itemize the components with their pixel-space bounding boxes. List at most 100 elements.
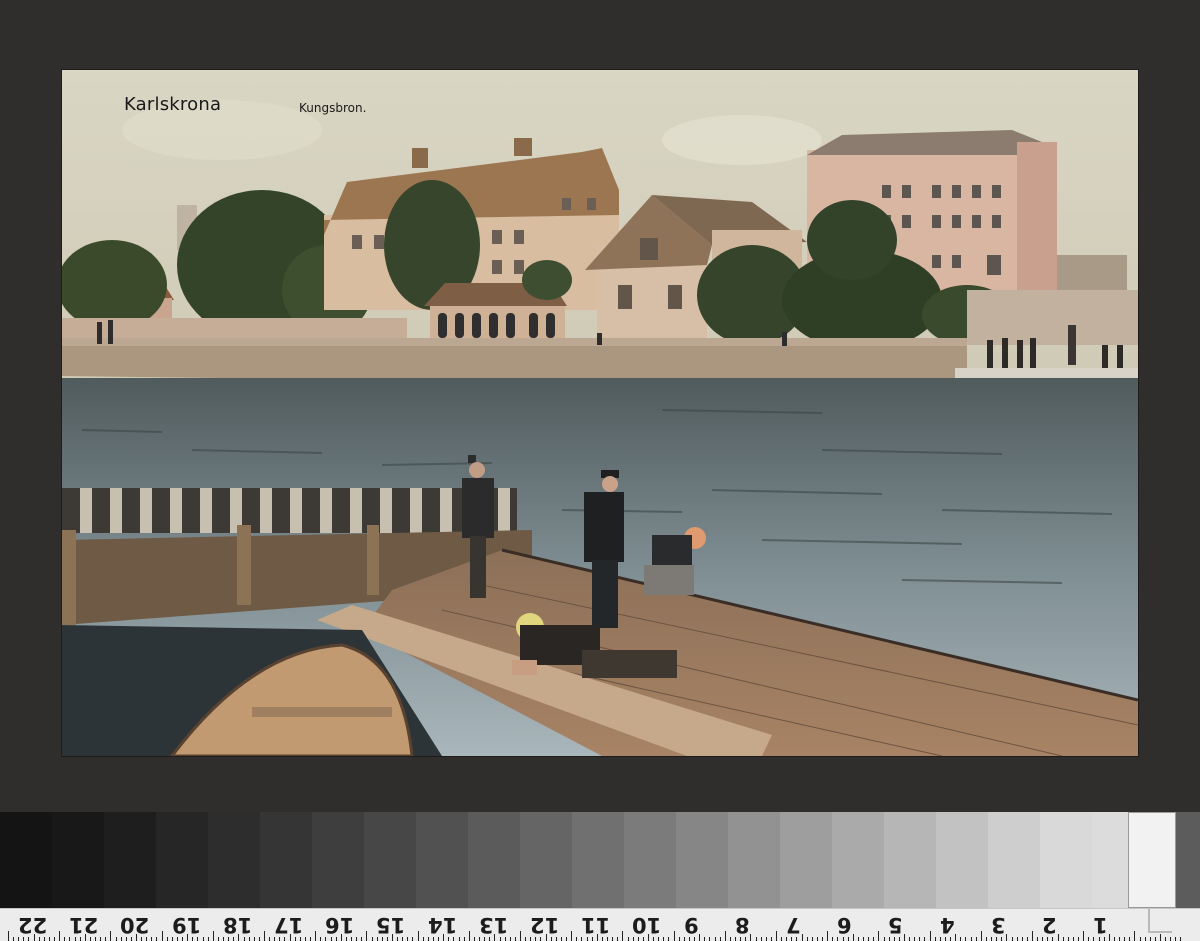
ruler-tick bbox=[540, 937, 542, 941]
ruler-tick bbox=[64, 937, 66, 941]
ruler-tick bbox=[934, 937, 936, 941]
ruler-tick bbox=[1037, 937, 1039, 941]
ruler-tick bbox=[499, 937, 501, 941]
ruler-number: 10 bbox=[632, 913, 662, 937]
ruler-number: 7 bbox=[786, 913, 801, 937]
ruler-tick bbox=[473, 937, 475, 941]
grey-patch bbox=[312, 812, 364, 908]
ruler-tick bbox=[479, 937, 481, 941]
ruler-tick bbox=[1165, 937, 1167, 941]
grey-patch bbox=[416, 812, 468, 908]
ruler-tick bbox=[463, 937, 465, 941]
ruler-tick bbox=[694, 937, 696, 941]
ruler-tick bbox=[607, 937, 609, 941]
ruler-tick bbox=[438, 937, 440, 941]
ruler-tick bbox=[217, 937, 219, 941]
ruler-tick bbox=[637, 937, 639, 941]
ruler-tick bbox=[627, 937, 629, 941]
postcard: Karlskrona Kungsbron. bbox=[62, 70, 1138, 756]
ruler-tick bbox=[402, 937, 404, 941]
ruler-tick bbox=[13, 937, 15, 941]
wall-right bbox=[967, 290, 1138, 345]
steamboat-funnel bbox=[1068, 325, 1076, 365]
ruler-tick bbox=[197, 937, 199, 941]
ruler-tick bbox=[909, 937, 911, 941]
ruler-tick bbox=[837, 937, 839, 941]
ruler-tick bbox=[166, 937, 168, 941]
ruler-tick bbox=[38, 937, 40, 941]
ruler-tick bbox=[555, 937, 557, 941]
ruler-tick bbox=[796, 937, 798, 941]
grey-patch bbox=[936, 812, 988, 908]
ruler-tick bbox=[1093, 937, 1095, 941]
ruler-tick bbox=[182, 937, 184, 941]
tree bbox=[807, 200, 897, 280]
ruler-tick bbox=[54, 937, 56, 941]
ruler-tick bbox=[453, 937, 455, 941]
ruler-tick bbox=[939, 937, 941, 941]
ruler-tick bbox=[842, 937, 844, 941]
ruler-tick bbox=[115, 937, 117, 941]
ruler-number: 2 bbox=[1042, 913, 1057, 937]
ruler-tick bbox=[1175, 937, 1177, 941]
postcard-photo bbox=[62, 70, 1138, 756]
ruler-tick bbox=[1062, 937, 1064, 941]
ruler-tick bbox=[299, 937, 301, 941]
ruler-tick bbox=[412, 937, 414, 941]
grey-patch bbox=[208, 812, 260, 908]
grey-patch bbox=[0, 812, 52, 908]
ruler-tick bbox=[48, 937, 50, 941]
ruler-tick bbox=[279, 937, 281, 941]
ruler-tick bbox=[970, 937, 972, 941]
ruler-tick bbox=[914, 937, 916, 941]
ruler-tick bbox=[985, 937, 987, 941]
ruler-tick bbox=[944, 937, 946, 941]
ruler-tick bbox=[202, 937, 204, 941]
grey-patch bbox=[884, 812, 936, 908]
ruler-tick bbox=[427, 937, 429, 941]
grey-patch bbox=[572, 812, 624, 908]
ruler-tick bbox=[586, 937, 588, 941]
ruler-tick bbox=[43, 937, 45, 941]
ruler-tick bbox=[269, 937, 271, 941]
grey-patch bbox=[988, 812, 1040, 908]
ruler-tick bbox=[1072, 937, 1074, 941]
ruler-tick bbox=[1098, 937, 1100, 941]
grey-patch bbox=[364, 812, 416, 908]
ruler-tick bbox=[653, 937, 655, 941]
ruler-tick bbox=[658, 937, 660, 941]
tree bbox=[522, 260, 572, 300]
cloud bbox=[662, 115, 822, 165]
ruler-tick bbox=[18, 937, 20, 941]
scan-stage: Karlskrona Kungsbron. 22 21 20 19 18 17 16 15 14… bbox=[0, 0, 1200, 941]
ruler-tick bbox=[1067, 937, 1069, 941]
ruler-tick bbox=[1052, 937, 1054, 941]
ruler-tick bbox=[883, 937, 885, 941]
ruler-tick bbox=[310, 937, 312, 941]
ruler-number: 11 bbox=[581, 913, 611, 937]
ruler-tick bbox=[919, 937, 921, 941]
tall-building-side bbox=[1017, 142, 1057, 290]
ruler-tick bbox=[371, 937, 373, 941]
ruler-tick bbox=[1113, 937, 1115, 941]
ruler-tick bbox=[484, 937, 486, 941]
ruler-tick bbox=[156, 937, 158, 941]
ruler-tick bbox=[822, 937, 824, 941]
ruler-tick bbox=[560, 937, 562, 941]
ruler-tick bbox=[714, 937, 716, 941]
ruler-tick bbox=[125, 937, 127, 941]
ruler-tick bbox=[376, 937, 378, 941]
ruler-tick bbox=[335, 937, 337, 941]
ruler-tick bbox=[1078, 937, 1080, 941]
measurement-ruler: 22 21 20 19 18 17 16 15 14 13 12 11 10 9 8 7 6 5 4 3 2 1 bbox=[0, 908, 1200, 941]
annex-building bbox=[1057, 255, 1127, 290]
ruler-tick bbox=[975, 937, 977, 941]
ruler-tick bbox=[243, 937, 245, 941]
ruler-tick bbox=[811, 937, 813, 941]
ruler-number: 8 bbox=[734, 913, 750, 937]
ruler-tick bbox=[847, 937, 849, 941]
ruler-tick bbox=[381, 937, 383, 941]
ruler-tick bbox=[765, 937, 767, 941]
ruler-tick bbox=[924, 937, 926, 941]
grey-patch bbox=[104, 812, 156, 908]
